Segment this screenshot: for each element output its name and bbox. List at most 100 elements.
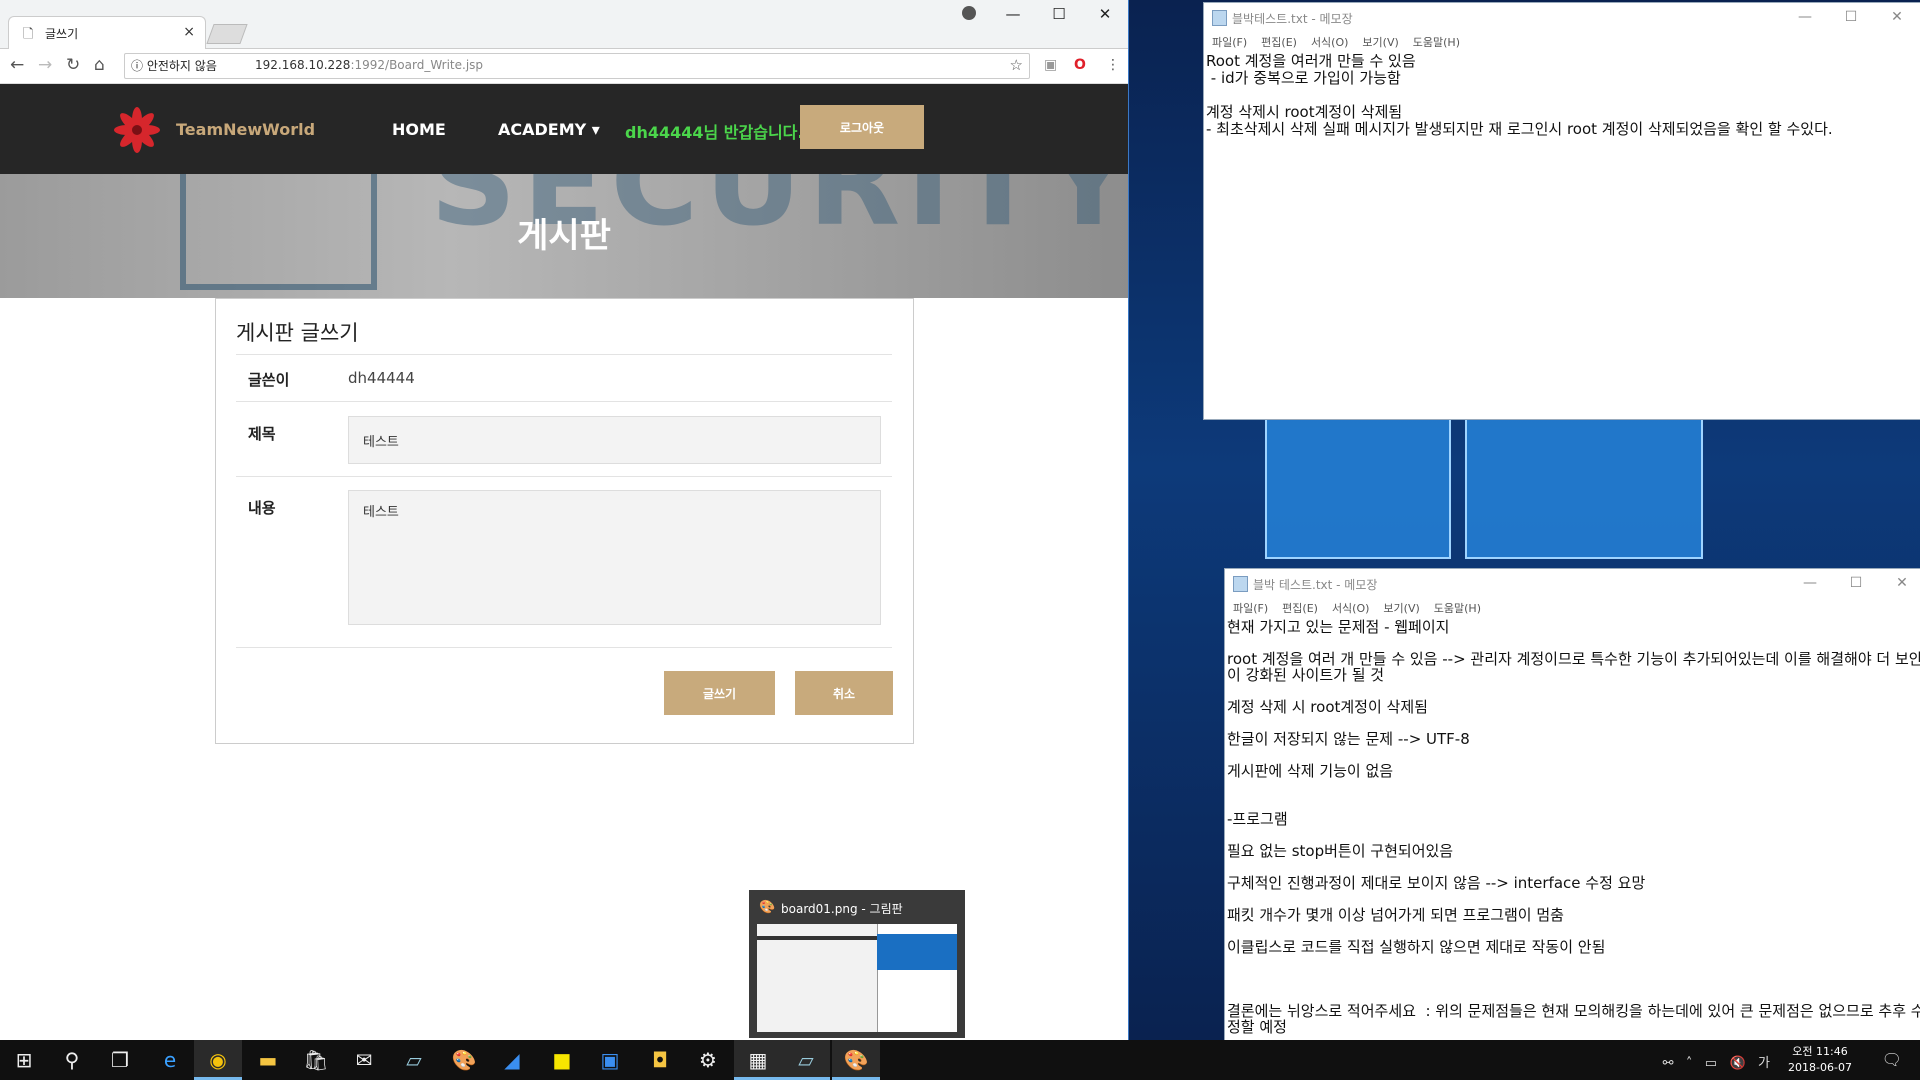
bookmark-star-icon[interactable]: ☆ <box>1010 56 1023 74</box>
ime-indicator[interactable]: 가 <box>1758 1056 1770 1071</box>
close-icon[interactable]: ✕ <box>1874 3 1920 31</box>
notepad-active-icon[interactable]: ▱ <box>782 1040 830 1080</box>
forward-icon[interactable]: → <box>38 55 52 75</box>
text-line: -프로그램 <box>1227 810 1288 828</box>
menu-file[interactable]: 파일(F) <box>1233 600 1268 616</box>
menu-kebab-icon[interactable]: ⋮ <box>1106 57 1120 73</box>
url-text: 192.168.10.228:1992/Board_Write.jsp <box>255 58 483 72</box>
write-form: 게시판 글쓰기 글쓴이 dh44444 제목 내용 테스트 글쓰기 취소 <box>215 298 914 744</box>
subject-label: 제목 <box>248 425 276 443</box>
menu-help[interactable]: 도움말(H) <box>1413 34 1460 50</box>
submit-button[interactable]: 글쓰기 <box>664 671 775 715</box>
notepad-text-area[interactable]: Root 계정을 여러개 만들 수 있음 - id가 중복으로 가입이 가능함 … <box>1204 53 1920 138</box>
notepad-menubar: 파일(F) 편집(E) 서식(O) 보기(V) 도움말(H) <box>1204 31 1920 53</box>
mail-icon[interactable]: ✉ <box>340 1040 388 1080</box>
text-line <box>1227 795 1920 811</box>
maximize-icon[interactable]: ☐ <box>1036 0 1082 30</box>
text-line <box>1227 955 1920 971</box>
menu-edit[interactable]: 편집(E) <box>1282 600 1318 616</box>
menu-view[interactable]: 보기(V) <box>1362 34 1398 50</box>
menu-file[interactable]: 파일(F) <box>1212 34 1247 50</box>
tab-title: 글쓰기 <box>45 27 79 41</box>
site-navbar: TeamNewWorld HOME ACADEMY ▾ dh44444님 반갑습… <box>0 84 1128 174</box>
notepad-icon <box>1212 10 1227 26</box>
notepad-text-area[interactable]: 현재 가지고 있는 문제점 - 웹페이지 root 계정을 여러 개 만들 수 … <box>1225 619 1920 1035</box>
tray-icons[interactable]: ⚯ ˄ ▭ 🔇 가 <box>1663 1052 1770 1071</box>
brand-name[interactable]: TeamNewWorld <box>176 120 315 139</box>
text-line: Root 계정을 여러개 만들 수 있음 <box>1206 52 1416 70</box>
profile-icon[interactable] <box>962 6 976 20</box>
thumbnail-preview <box>757 924 957 1032</box>
divider <box>236 476 892 477</box>
nav-academy-dropdown[interactable]: ACADEMY ▾ <box>498 120 600 139</box>
subject-input[interactable] <box>348 416 881 464</box>
home-icon[interactable]: ⌂ <box>94 55 105 75</box>
app-icon[interactable]: ◢ <box>488 1040 536 1080</box>
minimize-icon[interactable]: — <box>1782 3 1828 31</box>
divider <box>236 401 892 402</box>
close-tab-icon[interactable]: × <box>183 24 195 40</box>
app-icon[interactable]: ◘ <box>636 1040 684 1080</box>
text-line <box>1227 987 1920 1003</box>
page-title: 게시판 <box>517 216 611 256</box>
chrome-icon[interactable]: ◉ <box>194 1040 242 1080</box>
start-windows-icon[interactable]: ⊞ <box>0 1040 48 1080</box>
taskbar-thumbnail-paint[interactable]: 🎨 board01.png - 그림판 <box>749 890 965 1038</box>
menu-view[interactable]: 보기(V) <box>1383 600 1419 616</box>
address-bar[interactable]: ⓘ 안전하지 않음 192.168.10.228:1992/Board_Writ… <box>124 53 1030 79</box>
action-center-icon[interactable]: 🗨 <box>1882 1050 1902 1069</box>
media-app-icon[interactable]: ▦ <box>734 1040 782 1080</box>
text-line: 결론에는 뉘앙스로 적어주세요 : 위의 문제점들은 현재 모의해킹을 하는데에… <box>1227 1002 1920 1036</box>
url-path: :1992/Board_Write.jsp <box>350 58 484 72</box>
clock-time: 오전 11:46 <box>1792 1045 1848 1058</box>
text-line <box>1227 923 1920 939</box>
text-line: - 최초삭제시 삭제 실패 메시지가 발생되지만 재 로그인시 root 계정이… <box>1206 120 1833 138</box>
nav-home[interactable]: HOME <box>392 120 446 139</box>
divider <box>236 354 892 355</box>
menu-help[interactable]: 도움말(H) <box>1434 600 1481 616</box>
window-app-icon[interactable]: ▣ <box>586 1040 634 1080</box>
maximize-icon[interactable]: ☐ <box>1828 3 1874 31</box>
paint-active-icon[interactable]: 🎨 <box>832 1040 880 1080</box>
back-icon[interactable]: ← <box>10 55 24 75</box>
content-label: 내용 <box>248 499 276 517</box>
new-tab-button[interactable] <box>206 24 248 44</box>
notepad-icon[interactable]: ▱ <box>390 1040 438 1080</box>
store-icon[interactable]: 🛍 <box>292 1040 340 1080</box>
extension-icon[interactable]: ▣ <box>1044 57 1057 73</box>
text-line <box>1227 971 1920 987</box>
content-textarea[interactable]: 테스트 <box>348 490 881 625</box>
logout-button[interactable]: 로그아웃 <box>800 105 924 149</box>
security-indicator[interactable]: ⓘ 안전하지 않음 <box>131 57 217 74</box>
minimize-icon[interactable]: — <box>1787 569 1833 597</box>
flower-logo-icon[interactable] <box>113 106 161 154</box>
close-icon[interactable]: ✕ <box>1082 0 1128 30</box>
clock[interactable]: 오전 11:46 2018-06-07 <box>1780 1044 1860 1076</box>
network-tool-icon[interactable]: ⚙ <box>684 1040 732 1080</box>
task-view-icon[interactable]: ❐ <box>96 1040 144 1080</box>
menu-edit[interactable]: 편집(E) <box>1261 34 1297 50</box>
browser-window: 🗋 글쓰기 × — ☐ ✕ ← → ↻ ⌂ ⓘ 안전하지 않음 192.168.… <box>0 0 1129 1040</box>
system-tray: ⚯ ˄ ▭ 🔇 가 오전 11:46 2018-06-07 🗨 <box>1620 1040 1920 1080</box>
close-icon[interactable]: ✕ <box>1879 569 1920 597</box>
menu-format[interactable]: 서식(O) <box>1332 600 1369 616</box>
notepad-title: 블박 테스트.txt - 메모장 <box>1253 578 1378 592</box>
paint-icon[interactable]: 🎨 <box>440 1040 488 1080</box>
maximize-icon[interactable]: ☐ <box>1833 569 1879 597</box>
tab-strip: 🗋 글쓰기 × — ☐ ✕ <box>0 0 1128 49</box>
cancel-button[interactable]: 취소 <box>795 671 893 715</box>
text-line <box>1227 715 1920 731</box>
minimize-icon[interactable]: — <box>990 0 1036 30</box>
search-icon[interactable]: ⚲ <box>48 1040 96 1080</box>
text-line <box>1227 635 1920 651</box>
reload-icon[interactable]: ↻ <box>66 55 80 75</box>
edge-icon[interactable]: e <box>146 1040 194 1080</box>
tab-board-write[interactable]: 🗋 글쓰기 × <box>8 16 206 49</box>
menu-format[interactable]: 서식(O) <box>1311 34 1348 50</box>
kakaotalk-icon[interactable]: ■ <box>538 1040 586 1080</box>
opera-icon[interactable]: O <box>1074 57 1086 73</box>
taskbar: ⊞ ⚲ ❐ e ◉ ▬ 🛍 ✉ ▱ 🎨 ◢ ■ ▣ ◘ ⚙ ▦ ▱ 🎨 ⚯ ˄ … <box>0 1040 1920 1080</box>
file-explorer-icon[interactable]: ▬ <box>244 1040 292 1080</box>
text-line <box>1227 747 1920 763</box>
text-line: 계정 삭제시 root계정이 삭제됨 <box>1206 103 1403 121</box>
